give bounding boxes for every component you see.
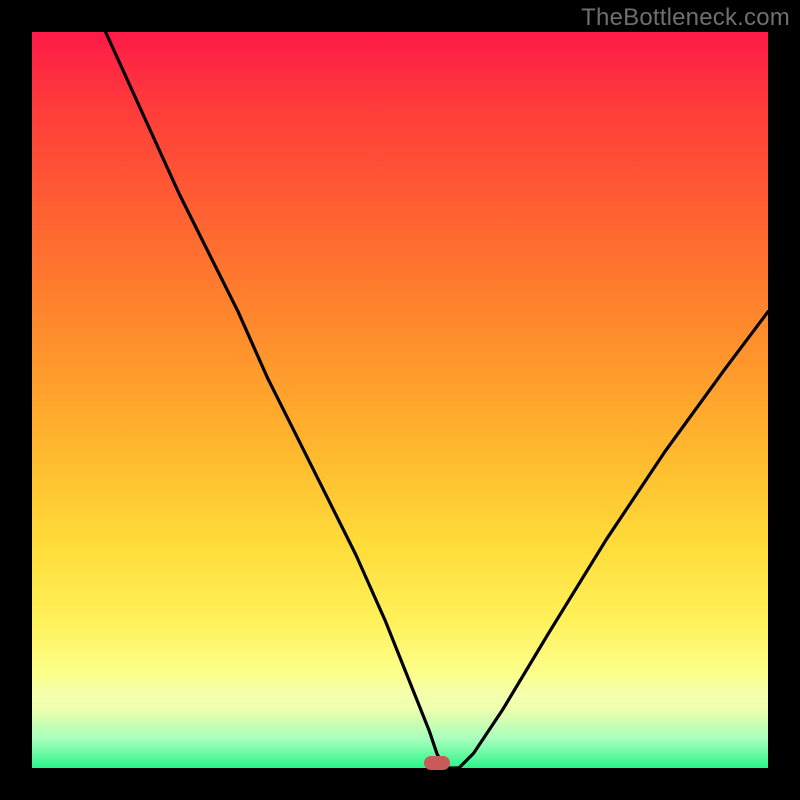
plot-gradient-background [32, 32, 768, 768]
chart-frame: TheBottleneck.com [0, 0, 800, 800]
watermark-text: TheBottleneck.com [581, 4, 790, 32]
optimal-point-marker [424, 756, 450, 770]
